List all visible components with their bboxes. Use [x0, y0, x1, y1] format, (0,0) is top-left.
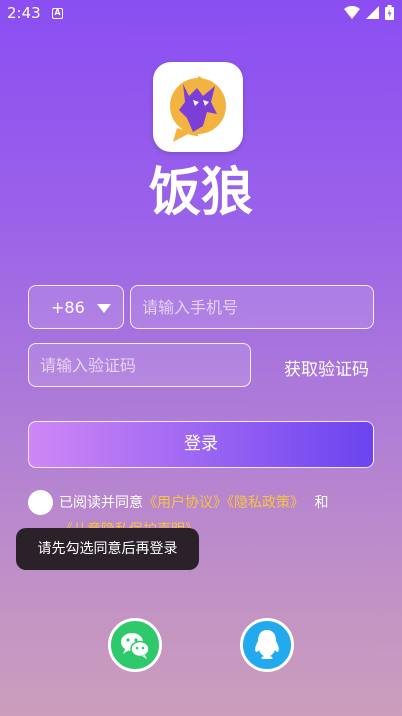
notification-a-icon: A [52, 8, 63, 19]
wifi-icon [344, 6, 360, 19]
wechat-login-button[interactable] [108, 618, 162, 672]
qq-icon [255, 630, 279, 659]
agreement-and: 和 [314, 495, 329, 511]
country-code-select[interactable]: +86 [28, 285, 124, 329]
qq-login-button[interactable] [240, 618, 294, 672]
battery-icon [385, 5, 394, 20]
status-time: 2:43 [7, 4, 41, 22]
app-name: 饭狼 [149, 162, 253, 220]
agreement-prefix: 已阅读并同意 [59, 495, 143, 511]
login-button[interactable]: 登录 [28, 421, 374, 468]
phone-input[interactable] [130, 285, 374, 329]
wechat-icon [121, 633, 150, 659]
app-name-logotype: 饭狼 [136, 158, 266, 223]
app-logo [153, 62, 243, 152]
user-agreement-link[interactable]: 《用户协议》 [143, 495, 227, 511]
agreement-checkbox[interactable] [28, 490, 53, 515]
country-code-value: +86 [51, 298, 85, 317]
agreement-text: 已阅读并同意《用户协议》《隐私政策》 和 [59, 492, 328, 512]
verification-code-input[interactable] [28, 343, 251, 387]
get-code-button[interactable]: 获取验证码 [284, 355, 369, 380]
wolf-logo-icon [170, 76, 226, 142]
chevron-down-icon [97, 304, 111, 313]
privacy-policy-link[interactable]: 《隐私政策》 [227, 495, 304, 511]
status-icons [344, 5, 394, 20]
status-bar: 2:43 A [0, 0, 402, 28]
toast-message: 请先勾选同意后再登录 [16, 528, 199, 570]
signal-icon [366, 6, 379, 19]
